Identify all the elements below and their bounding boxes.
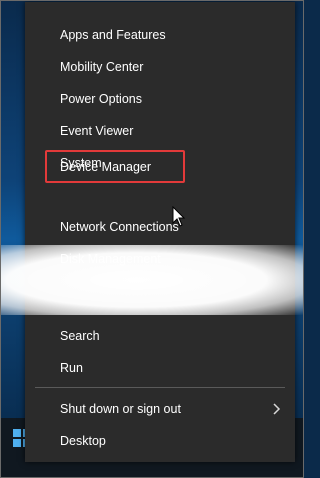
mouse-cursor-icon (172, 206, 186, 227)
menu-item-apps-and-features[interactable]: Apps and Features (25, 19, 295, 51)
menu-item-label: Shut down or sign out (60, 402, 181, 416)
menu-item-label: Desktop (60, 434, 106, 448)
menu-separator (35, 387, 285, 388)
menu-item-desktop[interactable]: Desktop (25, 425, 295, 457)
device-manager-highlight-box (45, 150, 185, 183)
menu-item-label: Power Options (60, 92, 142, 106)
menu-item-label: Network Connections (60, 220, 179, 234)
menu-item-label: Mobility Center (60, 60, 144, 74)
menu-item-event-viewer[interactable]: Event Viewer (25, 115, 295, 147)
winx-context-menu: Apps and Features Mobility Center Power … (25, 2, 295, 462)
menu-item-power-options[interactable]: Power Options (25, 83, 295, 115)
menu-item-shut-down-or-sign-out[interactable]: Shut down or sign out (25, 393, 295, 425)
menu-item-label: Disk Management (60, 252, 161, 266)
menu-item-run[interactable]: Run (25, 352, 295, 384)
chevron-right-icon (273, 403, 281, 415)
menu-item-label: Run (60, 361, 83, 375)
menu-item-network-connections[interactable]: Network Connections (25, 211, 295, 243)
menu-item-label: Event Viewer (60, 124, 134, 138)
menu-item-label: Apps and Features (60, 28, 166, 42)
menu-item-disk-management[interactable]: Disk Management (25, 243, 295, 275)
menu-item-search[interactable]: Search (25, 320, 295, 352)
menu-item-mobility-center[interactable]: Mobility Center (25, 51, 295, 83)
menu-item-label: Search (60, 329, 100, 343)
